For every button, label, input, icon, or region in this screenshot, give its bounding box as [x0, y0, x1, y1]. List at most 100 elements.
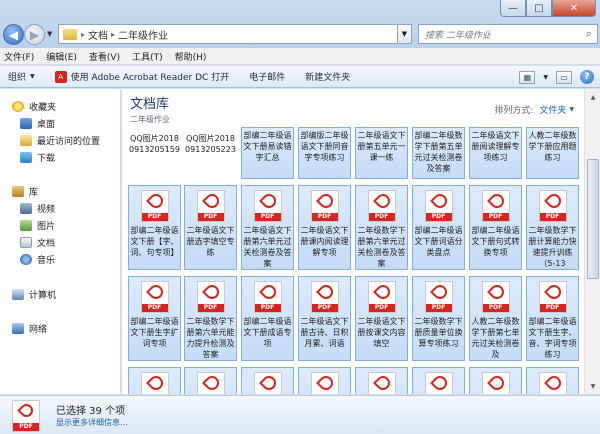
file-name: 二年级数学下册质量单位换算专项练习 — [414, 317, 463, 348]
file-item[interactable]: PDF — [298, 367, 351, 394]
file-name: 二年级语文下册第五单元一课一练 — [357, 131, 406, 162]
address-history-dropdown[interactable]: ▼ — [398, 24, 412, 44]
menu-help[interactable]: 帮助(H) — [175, 50, 207, 63]
chevron-down-icon: ▼ — [401, 30, 408, 38]
open-with-button[interactable]: A 使用 Adobe Acrobat Reader DC 打开 — [54, 70, 229, 83]
change-view-icon[interactable]: ▦ — [519, 70, 536, 84]
back-button[interactable]: ◀ — [3, 24, 24, 45]
pdf-label: PDF — [368, 213, 395, 221]
nav-network[interactable]: 网络 — [12, 320, 47, 336]
new-folder-button[interactable]: 新建文件夹 — [305, 70, 350, 83]
file-name: 部编二年级语文下册生字扩词专项 — [130, 317, 179, 348]
menu-tools[interactable]: 工具(T) — [132, 50, 163, 63]
arrow-left-icon: ◀ — [8, 27, 19, 42]
file-name: 部编二年级语文下册【字、词、句专项】 — [130, 226, 179, 257]
file-item[interactable]: PDF 部编二年级语文下册词语分类盘点 — [412, 185, 465, 270]
help-icon[interactable]: ? — [580, 70, 594, 84]
close-button[interactable]: ✕ — [552, 0, 596, 17]
file-item[interactable]: QQ图片20180913205159 — [128, 127, 181, 179]
preview-pane-icon[interactable]: ▭ — [556, 70, 572, 84]
file-item[interactable]: PDF — [355, 367, 408, 394]
breadcrumb-current[interactable]: 二年级作业 — [118, 27, 168, 42]
nav-computer[interactable]: 计算机 — [12, 286, 56, 302]
search-input[interactable]: 搜索 二年级作业 — [425, 28, 581, 41]
organize-button[interactable]: 组织 ▼ — [8, 70, 35, 83]
pdf-file-icon: PDF — [140, 372, 169, 394]
chevron-down-icon[interactable]: ▼ — [543, 74, 548, 81]
file-item[interactable]: 人教二年级数学下册应用题练习 — [526, 127, 579, 179]
scroll-thumb[interactable] — [587, 159, 599, 279]
pdf-file-icon: PDF — [367, 372, 396, 394]
window-controls: — □ ✕ — [500, 0, 596, 18]
nav-label: 库 — [29, 187, 39, 198]
address-bar[interactable]: ▸ 文档 ▸ 二年级作业 — [58, 24, 398, 44]
email-button[interactable]: 电子邮件 — [249, 70, 285, 83]
menu-file[interactable]: 文件(F) — [4, 50, 34, 63]
file-item[interactable]: 二年级语文下册阅读理解专项练习 — [469, 127, 522, 179]
file-item[interactable]: PDF 二年级数学下册第六单元过关检测卷及答案 — [355, 185, 408, 270]
file-item[interactable]: PDF — [412, 367, 465, 394]
file-item[interactable]: PDF — [526, 367, 579, 394]
details-pane: PDF 已选择 39 个项 显示更多详细信息... — [0, 395, 600, 434]
menu-view[interactable]: 查看(V) — [89, 50, 120, 63]
pdf-label: PDF — [482, 213, 509, 221]
file-item[interactable]: 部编二年级数学下册第五单元过关检测卷及答案 — [412, 127, 465, 179]
file-item[interactable]: PDF 二年级数学下册计算能力快速提升训练（5-13 — [526, 185, 579, 270]
file-item[interactable]: PDF 二年级语文下册第六单元过关检测卷及答案 — [241, 185, 294, 270]
file-item[interactable]: PDF 二年级数学下册第六单元能力提升检测及答案 — [184, 276, 237, 361]
chevron-down-icon: ▼ — [30, 73, 35, 80]
forward-button[interactable]: ▶ — [24, 24, 45, 45]
nav-pictures[interactable]: 图片 — [20, 217, 55, 233]
file-item[interactable]: PDF 部编二年级语文下册生字、音、字词专项练习 — [526, 276, 579, 361]
nav-libraries[interactable]: 库 — [12, 183, 38, 199]
file-item[interactable]: QQ图片20180913205223 — [184, 127, 237, 179]
pdf-label: PDF — [254, 213, 281, 221]
menu-edit[interactable]: 编辑(E) — [46, 50, 77, 63]
vertical-scrollbar[interactable]: ▲ ▼ — [584, 89, 600, 394]
file-item[interactable]: PDF — [469, 367, 522, 394]
nav-recent[interactable]: 最近访问的位置 — [20, 132, 100, 148]
file-name: 部编二年级语文下册词语分类盘点 — [414, 226, 463, 257]
file-item[interactable]: PDF — [241, 367, 294, 394]
arrange-dropdown[interactable]: 文件夹 — [539, 103, 566, 116]
file-item[interactable]: 部编版二年级语文下册同音字专项练习 — [298, 127, 351, 179]
scroll-down-icon[interactable]: ▼ — [585, 378, 600, 394]
pdf-file-icon: PDF — [424, 372, 453, 394]
file-item[interactable]: PDF 二年级数学下册质量单位换算专项练习 — [412, 276, 465, 361]
nav-videos[interactable]: 视频 — [20, 200, 55, 216]
file-item[interactable]: PDF 二年级语文下册课内阅读理解专项 — [298, 185, 351, 270]
file-item[interactable]: PDF 二年级语文下册古诗、日积月累、词语 — [298, 276, 351, 361]
file-item[interactable]: PDF 部编二年级语文下册成语专项 — [241, 276, 294, 361]
pdf-file-icon: PDF — [310, 281, 339, 313]
pdf-file-icon: PDF — [196, 190, 225, 222]
file-item[interactable]: PDF 人教二年级数学下册第七单元过关检测卷及 — [469, 276, 522, 361]
recent-pages-dropdown[interactable]: ▼ — [47, 30, 52, 38]
nav-music[interactable]: 音乐 — [20, 251, 55, 267]
nav-downloads[interactable]: 下载 — [20, 149, 55, 165]
file-item[interactable]: PDF 部编二年级语文下册生字扩词专项 — [128, 276, 181, 361]
file-item[interactable]: 部编二年级语文下册易读错字汇总 — [241, 127, 294, 179]
file-item[interactable]: PDF — [184, 367, 237, 394]
pdf-file-icon: PDF — [538, 372, 567, 394]
file-item[interactable]: PDF 二年级语文下册按课文内容填空 — [355, 276, 408, 361]
search-box[interactable]: 搜索 二年级作业 ⌕ — [418, 24, 598, 44]
file-item[interactable]: PDF — [128, 367, 181, 394]
breadcrumb-documents[interactable]: 文档 — [88, 27, 108, 42]
scroll-up-icon[interactable]: ▲ — [585, 89, 600, 105]
nav-documents[interactable]: 文档 — [20, 234, 55, 250]
folder-icon — [63, 28, 77, 40]
file-item[interactable]: PDF 二年级语文下册选字填空专练 — [184, 185, 237, 270]
nav-desktop[interactable]: 桌面 — [20, 115, 55, 131]
arrange-label: 排列方式: — [494, 106, 534, 116]
file-item[interactable]: PDF 部编二年级语文下册句式转换专项 — [469, 185, 522, 270]
search-icon[interactable]: ⌕ — [581, 27, 597, 41]
show-more-details-link[interactable]: 显示更多详细信息... — [56, 417, 128, 428]
minimize-button[interactable]: — — [500, 0, 526, 17]
file-item[interactable]: 二年级语文下册第五单元一课一练 — [355, 127, 408, 179]
file-item[interactable]: PDF 部编二年级语文下册【字、词、句专项】 — [128, 185, 181, 270]
desktop-icon — [20, 117, 32, 129]
nav-favorites[interactable]: 收藏夹 — [12, 98, 56, 114]
maximize-button[interactable]: □ — [526, 0, 552, 17]
chevron-down-icon[interactable]: ▼ — [569, 106, 574, 113]
pdf-file-icon: PDF — [481, 372, 510, 394]
